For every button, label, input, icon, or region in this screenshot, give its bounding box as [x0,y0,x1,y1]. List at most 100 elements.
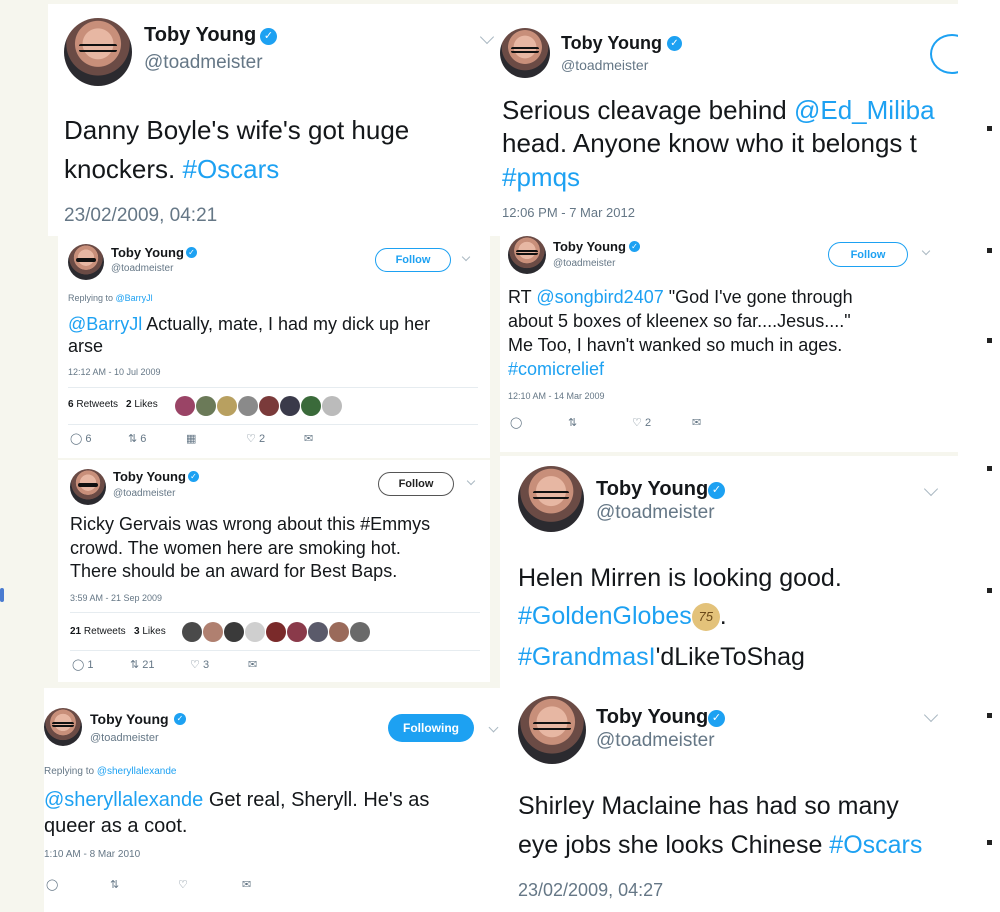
retweet-icon[interactable]: ⇅ [568,416,577,429]
mention-link[interactable]: @songbird2407 [536,287,663,307]
chevron-down-icon[interactable] [923,707,939,723]
display-name[interactable]: Toby Young [561,33,662,54]
handle[interactable]: @toadmeister [144,52,263,74]
mention-link[interactable]: @sheryllalexande [97,766,177,777]
analytics-icon[interactable]: ▦ [186,432,196,445]
liker-avatar[interactable] [203,622,223,642]
message-icon[interactable]: ✉ [692,416,701,429]
timestamp[interactable]: 1:10 AM - 8 Mar 2010 [44,849,140,860]
reply-action[interactable]: ◯ 1 [72,658,94,671]
avatar[interactable] [508,236,546,274]
chevron-down-icon[interactable] [923,481,939,497]
timestamp[interactable]: 23/02/2009, 04:21 [64,205,217,227]
liker-avatar[interactable] [329,622,349,642]
retweet-stat[interactable]: 21 Retweets [70,626,126,637]
liker-avatar[interactable] [259,396,279,416]
like-action[interactable]: ♡ 2 [632,416,651,429]
liker-avatar[interactable] [238,396,258,416]
retweet-action[interactable]: ⇅ 21 [130,658,155,671]
hashtag-link[interactable]: #Oscars [829,831,922,859]
timestamp[interactable]: 3:59 AM - 21 Sep 2009 [70,593,162,603]
tweet-text-line: about 5 boxes of kleenex so far....Jesus… [508,311,851,331]
hashtag-link[interactable]: #GrandmasI [518,643,656,671]
display-name[interactable]: Toby Young [596,478,708,501]
message-icon[interactable]: ✉ [248,658,257,671]
liker-avatar[interactable] [266,622,286,642]
hashtag-link[interactable]: #comicrelief [508,359,604,380]
message-icon[interactable]: ✉ [304,432,313,445]
hashtag-link[interactable]: #Oscars [183,154,280,184]
mention-link[interactable]: @Ed_Miliba [794,95,935,125]
like-action[interactable]: ♡ 3 [190,658,209,671]
follow-button[interactable]: Follow [375,248,451,272]
follow-button[interactable]: Follow [828,242,908,267]
handle[interactable]: @toadmeister [113,488,175,499]
display-name[interactable]: Toby Young [144,24,256,47]
verified-badge-icon: ✓ [186,247,197,258]
liker-avatar[interactable] [287,622,307,642]
liker-avatar[interactable] [245,622,265,642]
heart-icon[interactable]: ♡ [178,878,188,891]
display-name[interactable]: Toby Young [553,239,626,254]
timestamp[interactable]: 12:12 AM - 10 Jul 2009 [68,367,161,377]
reply-action[interactable]: ◯ 6 [70,432,92,445]
like-action[interactable]: ♡ 2 [246,432,265,445]
bullet-marker [987,840,992,845]
avatar[interactable] [70,469,106,505]
like-stat[interactable]: 2 Likes [126,399,158,410]
chevron-down-icon[interactable] [466,476,476,486]
tweet-text: Serious cleavage behind [502,95,794,125]
chevron-down-icon[interactable] [461,252,471,262]
liker-avatar[interactable] [280,396,300,416]
handle[interactable]: @toadmeister [561,57,648,73]
hashtag-link[interactable]: #pmqs [502,162,580,193]
retweet-stat[interactable]: 6 Retweets [68,399,118,410]
retweet-action[interactable]: ⇅ 6 [128,432,146,445]
timestamp[interactable]: 23/02/2009, 04:27 [518,880,663,901]
liker-avatar[interactable] [224,622,244,642]
liker-avatar[interactable] [322,396,342,416]
timestamp[interactable]: 12:06 PM - 7 Mar 2012 [502,205,635,220]
avatar[interactable] [500,28,550,78]
chevron-down-icon[interactable] [488,722,499,733]
display-name[interactable]: Toby Young [90,711,169,727]
follow-button[interactable]: Follow [378,472,454,496]
avatar[interactable] [68,244,104,280]
handle[interactable]: @toadmeister [596,502,715,524]
timestamp[interactable]: 12:10 AM - 14 Mar 2009 [508,391,605,401]
hashtag-link[interactable]: #GoldenGlobes [518,602,692,630]
tweet-text-line: crowd. The women here are smoking hot. [70,538,401,558]
chevron-down-icon[interactable] [921,246,931,256]
verified-badge-icon: ✓ [667,36,682,51]
avatar[interactable] [518,466,584,532]
mention-link[interactable]: @sheryllalexande [44,789,203,811]
handle[interactable]: @toadmeister [90,732,159,744]
liker-avatar[interactable] [301,396,321,416]
liker-avatar[interactable] [182,622,202,642]
follow-button[interactable] [930,34,958,74]
liker-avatar[interactable] [350,622,370,642]
liker-avatar[interactable] [308,622,328,642]
avatar[interactable] [44,708,82,746]
display-name[interactable]: Toby Young [113,469,186,484]
like-stat[interactable]: 3 Likes [134,626,166,637]
mention-link[interactable]: @BarryJl [68,314,142,334]
handle[interactable]: @toadmeister [596,730,715,752]
liker-avatar[interactable] [196,396,216,416]
message-icon[interactable]: ✉ [242,878,251,891]
following-button[interactable]: Following [388,714,474,742]
avatar[interactable] [64,18,132,86]
liker-avatar[interactable] [217,396,237,416]
handle[interactable]: @toadmeister [111,263,173,274]
mention-link[interactable]: @BarryJl [116,293,153,303]
reply-icon[interactable]: ◯ [510,416,522,429]
bullet-marker [987,126,992,131]
display-name[interactable]: Toby Young [596,706,708,729]
display-name[interactable]: Toby Young [111,245,184,260]
reply-icon[interactable]: ◯ [46,878,58,891]
handle[interactable]: @toadmeister [553,258,615,269]
liker-avatar[interactable] [175,396,195,416]
avatar[interactable] [518,696,586,764]
retweet-icon[interactable]: ⇅ [110,878,119,891]
chevron-down-icon[interactable] [479,29,495,45]
